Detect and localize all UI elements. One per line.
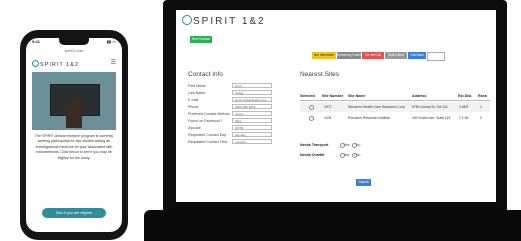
wait-listed-button[interactable]: Wait Listed	[385, 52, 407, 59]
col-address: Address	[412, 94, 427, 98]
desktop-logo-text: SPIRIT 1&2	[193, 16, 266, 27]
col-selected: Selected	[300, 94, 315, 98]
phone-field[interactable]: (555) 555-5555	[232, 104, 272, 109]
site-rank-2: 2	[480, 116, 482, 120]
site-dist-2: 7.1 MI	[459, 116, 469, 120]
mobile-hero-image	[32, 72, 116, 130]
contact-label-zipcode: Zipcode	[188, 126, 201, 130]
contact-label-facebook: Found on Facebook?	[188, 119, 222, 123]
signal-battery-icon: ▮▮ ▭	[106, 39, 116, 44]
col-est-dist: Est Dist.	[458, 94, 473, 98]
transport-yes-label: Yes	[344, 143, 350, 147]
contact-label-first-name: First Name	[188, 84, 206, 88]
eligibility-button[interactable]: See if you are eligible	[42, 208, 106, 218]
site-dist-1: 2.5MT	[459, 105, 469, 109]
mobile-phone: 9:41 ▮▮ ▭ spirit12.com SPIRIT 1&2 ☰ The …	[20, 30, 128, 240]
site-address-2: 260 Euclid Ave, Suite 115	[412, 116, 451, 120]
chartlit-no-label: No	[356, 153, 361, 157]
contact-label-phone: Phone	[188, 105, 199, 109]
do-not-call-button[interactable]: Do not Call	[362, 52, 384, 59]
hamburger-icon[interactable]: ☰	[111, 59, 116, 66]
contact-label-email: E-mail	[188, 98, 199, 102]
new-contact-button[interactable]: New Contact	[190, 36, 212, 43]
last-name-field[interactable]: hodge	[232, 90, 272, 95]
site-rank-1: 1	[480, 105, 482, 109]
site-number-2: 1106	[324, 116, 332, 120]
site-number-1: 1972	[324, 105, 332, 109]
site-radio-1[interactable]	[309, 105, 314, 110]
contact-label-contact-time: Requested Contact Time	[188, 140, 228, 144]
transport-no-label: No	[356, 143, 361, 147]
mobile-intro-text: The SPIRIT clinical research program is …	[34, 134, 114, 160]
zipcode-field[interactable]: 45789	[232, 125, 272, 130]
screening-failed-button[interactable]: Screening Failed	[337, 52, 361, 59]
person-figure	[66, 98, 82, 128]
first-name-field[interactable]: jenny	[232, 83, 272, 88]
laptop-screen: SPIRIT 1&2 New Contact Not Interested Sc…	[176, 10, 496, 202]
needs-chartlit-label: Needs Chartlit	[300, 153, 325, 157]
mobile-logo-text: SPIRIT 1&2	[40, 62, 79, 68]
chartlit-yes-label: Yes	[344, 153, 350, 157]
contact-label-preferred-method: Preferred Contact Method	[188, 112, 230, 116]
mobile-status-time: 9:41	[32, 39, 41, 44]
col-site-number: Site Number	[322, 94, 344, 98]
contact-label-last-name: Last Name	[188, 91, 206, 95]
site-name-1: Women's Health Care Research Corp	[348, 105, 405, 109]
email-field[interactable]: jenny.hodge@abccom.c	[232, 97, 272, 102]
table-header-divider	[300, 100, 490, 101]
needs-transport-label: Needs Transport	[300, 143, 329, 147]
contact-label-contact-day: Requested Contact Day	[188, 133, 227, 137]
desktop-logo: SPIRIT 1&2	[182, 15, 266, 27]
site-radio-2[interactable]	[309, 116, 314, 121]
mobile-logo: SPIRIT 1&2	[32, 60, 79, 68]
laptop-base	[144, 210, 521, 241]
phone-notch	[59, 38, 89, 45]
mobile-url-bar[interactable]: spirit12.com	[44, 48, 104, 54]
contact-time-field[interactable]: morning	[232, 139, 272, 144]
logo-ring-icon	[182, 15, 192, 25]
not-interested-button[interactable]: Not Interested	[312, 52, 336, 59]
site-name-2: Precision Research Institute	[348, 116, 391, 120]
contact-info-title: Contact Info	[188, 71, 224, 78]
call-back-select[interactable]	[427, 52, 445, 61]
submit-button[interactable]: Submit	[356, 179, 371, 186]
facebook-field[interactable]: false	[232, 118, 272, 123]
contact-day-field[interactable]: Monday	[232, 132, 272, 137]
col-site-name: Site Name	[348, 94, 366, 98]
site-address-1: 8780 Linney St, Ste 311	[412, 105, 448, 109]
col-rank: Rank	[478, 94, 487, 98]
mobile-screen: 9:41 ▮▮ ▭ spirit12.com SPIRIT 1&2 ☰ The …	[26, 38, 122, 232]
logo-ring-icon	[32, 60, 39, 67]
call-back-button[interactable]: Call Back	[408, 52, 426, 59]
nearest-sites-title: Nearest Sites	[300, 71, 340, 78]
preferred-method-field[interactable]: phone	[232, 111, 272, 116]
